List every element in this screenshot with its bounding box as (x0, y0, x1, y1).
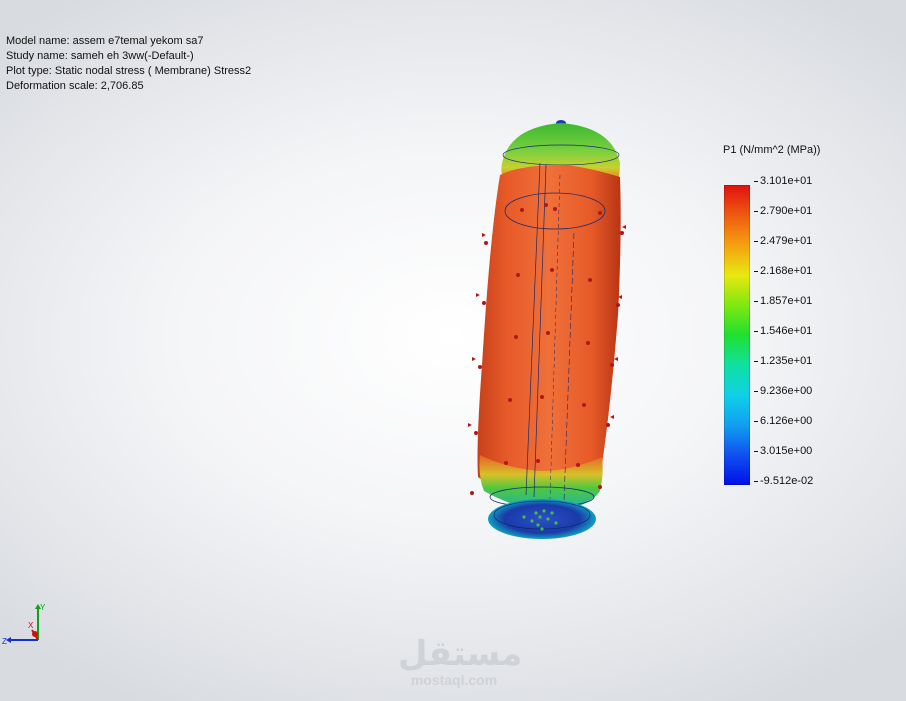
reference-triad[interactable]: Y X Z (2, 600, 52, 650)
triad-y-label: Y (40, 603, 46, 612)
legend-row: -9.512e-02 (754, 474, 813, 488)
legend-row: 1.546e+01 (754, 324, 812, 338)
legend-row: 2.790e+01 (754, 204, 812, 218)
triad-z-label: Z (2, 637, 7, 646)
legend-row: 3.101e+01 (754, 174, 812, 188)
legend-value: 1.857e+01 (760, 295, 813, 307)
legend-row: 1.857e+01 (754, 294, 812, 308)
legend-value: 2.168e+01 (760, 265, 813, 277)
legend-row: 3.015e+00 (754, 444, 812, 458)
legend-row: 1.235e+01 (754, 354, 812, 368)
legend-title: P1 (N/mm^2 (MPa)) (723, 144, 821, 156)
study-info: Model name: assem e7temal yekom sa7 Stud… (6, 34, 251, 94)
legend-value: 3.101e+01 (760, 175, 813, 187)
watermark-url: mostaql.com (410, 672, 498, 688)
color-scale-bar (724, 185, 750, 485)
legend-row: 2.479e+01 (754, 234, 812, 248)
legend-value: 9.236e+00 (760, 385, 813, 397)
legend-value: 3.015e+00 (760, 445, 813, 457)
stress-plot-model[interactable] (450, 115, 650, 555)
plot-type-text: Plot type: Static nodal stress ( Membran… (6, 65, 252, 77)
legend-value: 2.479e+01 (760, 235, 813, 247)
legend-row: 6.126e+00 (754, 414, 812, 428)
legend-value: 2.790e+01 (760, 205, 813, 217)
watermark-logo: مستقل (398, 635, 523, 673)
legend-row: 2.168e+01 (754, 264, 812, 278)
legend-value: -9.512e-02 (760, 475, 814, 487)
watermark: مستقل mostaql.com (398, 635, 523, 688)
model-name-text: Model name: assem e7temal yekom sa7 (6, 35, 204, 47)
legend-value: 1.546e+01 (760, 325, 813, 337)
study-name-text: Study name: sameh eh 3ww(-Default-) (6, 50, 194, 62)
legend-row: 9.236e+00 (754, 384, 812, 398)
legend-value: 1.235e+01 (760, 355, 813, 367)
legend-value: 6.126e+00 (760, 415, 813, 427)
deformation-scale-text: Deformation scale: 2,706.85 (6, 80, 144, 92)
triad-x-label: X (28, 621, 34, 630)
